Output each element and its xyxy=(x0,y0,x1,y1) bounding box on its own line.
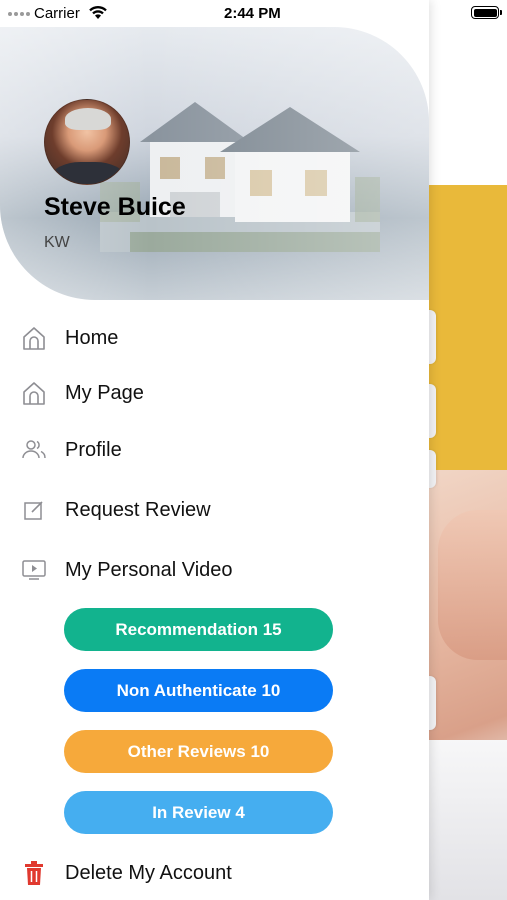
edit-icon xyxy=(20,496,48,524)
user-company: KW xyxy=(44,234,70,251)
menu-item-profile[interactable]: Profile xyxy=(0,430,429,470)
menu-item-label: My Page xyxy=(65,381,144,404)
menu-item-label: Profile xyxy=(65,438,122,461)
trash-icon xyxy=(20,859,48,887)
wifi-icon xyxy=(89,5,107,19)
delete-account-button[interactable]: Delete My Account xyxy=(0,853,429,893)
menu-item-personal-video[interactable]: My Personal Video xyxy=(0,550,429,590)
menu-item-request-review[interactable]: Request Review xyxy=(0,490,429,530)
clock: 2:44 PM xyxy=(224,5,281,22)
menu-item-my-page[interactable]: My Page xyxy=(0,373,429,413)
signal-icon xyxy=(8,12,30,16)
video-icon xyxy=(20,556,48,584)
people-icon xyxy=(20,436,48,464)
menu-item-label: Home xyxy=(65,326,119,349)
in-review-button[interactable]: In Review 4 xyxy=(64,791,333,834)
user-name: Steve Buice xyxy=(44,193,186,221)
carrier-label: Carrier xyxy=(34,5,80,22)
recommendation-button[interactable]: Recommendation 15 xyxy=(64,608,333,651)
status-bar: Carrier 2:44 PM xyxy=(0,0,507,26)
delete-account-label: Delete My Account xyxy=(65,861,232,884)
menu-item-home[interactable]: Home xyxy=(0,318,429,358)
side-drawer: Steve Buice KW Home My Page Profile Requ… xyxy=(0,0,429,900)
menu-item-label: My Personal Video xyxy=(65,558,233,581)
battery-icon xyxy=(471,6,502,19)
other-reviews-button[interactable]: Other Reviews 10 xyxy=(64,730,333,773)
non-authenticate-button[interactable]: Non Authenticate 10 xyxy=(64,669,333,712)
menu-item-label: Request Review xyxy=(65,498,211,521)
home-icon xyxy=(20,379,48,407)
home-icon xyxy=(20,324,48,352)
avatar[interactable] xyxy=(44,99,130,185)
